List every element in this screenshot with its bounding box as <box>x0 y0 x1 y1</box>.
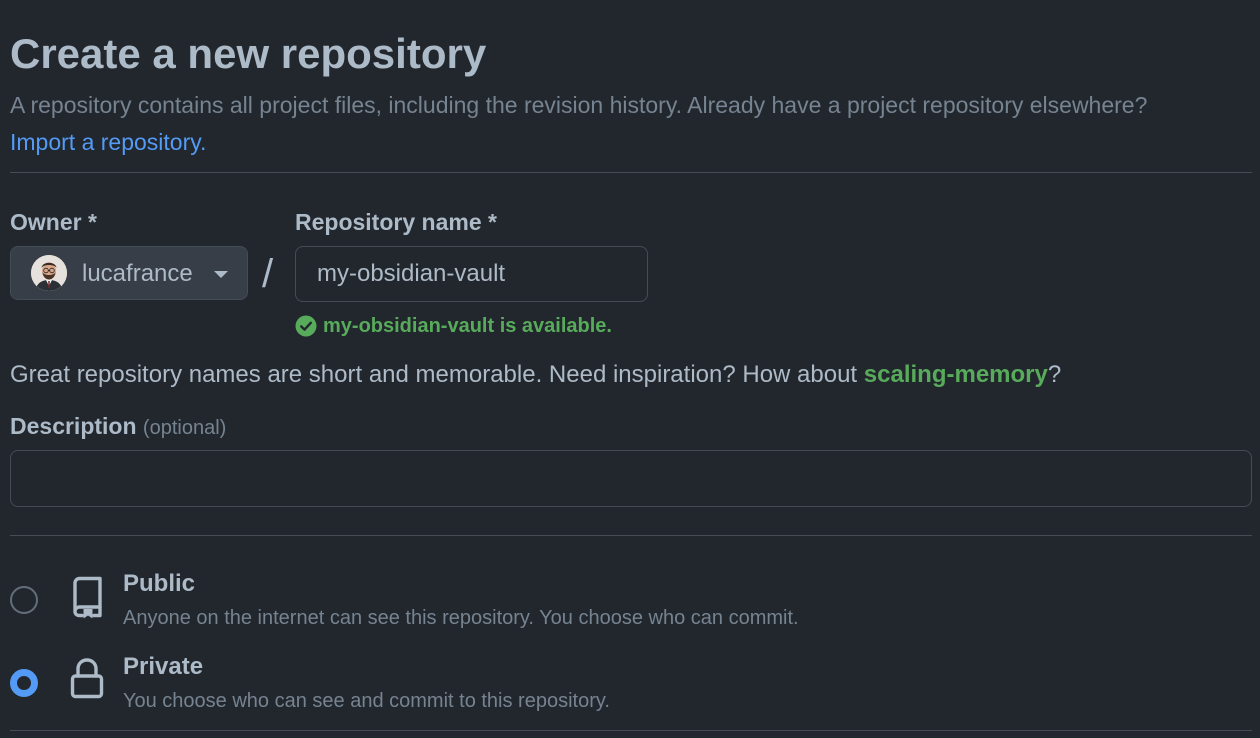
check-circle-icon <box>295 315 317 337</box>
divider <box>10 535 1252 536</box>
public-option-description: Anyone on the internet can see this repo… <box>123 607 799 629</box>
avatar <box>31 255 67 291</box>
create-repository-page: Create a new repository A repository con… <box>0 0 1260 738</box>
lock-icon <box>70 658 104 699</box>
page-subtitle: A repository contains all project files,… <box>10 92 1148 118</box>
owner-repo-separator: / <box>262 252 274 296</box>
private-option-description: You choose who can see and commit to thi… <box>123 690 610 712</box>
hint-text: Great repository names are short and mem… <box>10 361 864 388</box>
private-option-title: Private <box>123 653 204 680</box>
page-title: Create a new repository <box>10 30 487 77</box>
divider <box>10 172 1252 173</box>
description-label: Description (optional) <box>10 411 226 443</box>
owner-select[interactable]: lucafrance <box>10 246 248 300</box>
private-radio[interactable] <box>10 669 38 697</box>
repository-name-label: Repository name * <box>295 209 497 235</box>
hint-text-end: ? <box>1047 361 1062 388</box>
repository-name-input[interactable] <box>295 246 648 302</box>
optional-tag: (optional) <box>142 417 227 439</box>
divider <box>10 730 1252 731</box>
repo-icon <box>73 576 102 619</box>
name-hint: Great repository names are short and mem… <box>10 360 1061 390</box>
description-input[interactable] <box>10 450 1252 507</box>
public-option-title: Public <box>123 570 196 597</box>
import-repository-link[interactable]: Import a repository. <box>10 127 206 157</box>
public-radio[interactable] <box>10 586 38 614</box>
owner-label: Owner * <box>10 209 97 235</box>
owner-name: lucafrance <box>82 260 193 287</box>
name-suggestion-link[interactable]: scaling-memory <box>864 361 1048 388</box>
availability-text: my-obsidian-vault is available. <box>323 315 612 337</box>
description-label-text: Description <box>10 413 137 439</box>
chevron-down-icon <box>214 271 228 278</box>
